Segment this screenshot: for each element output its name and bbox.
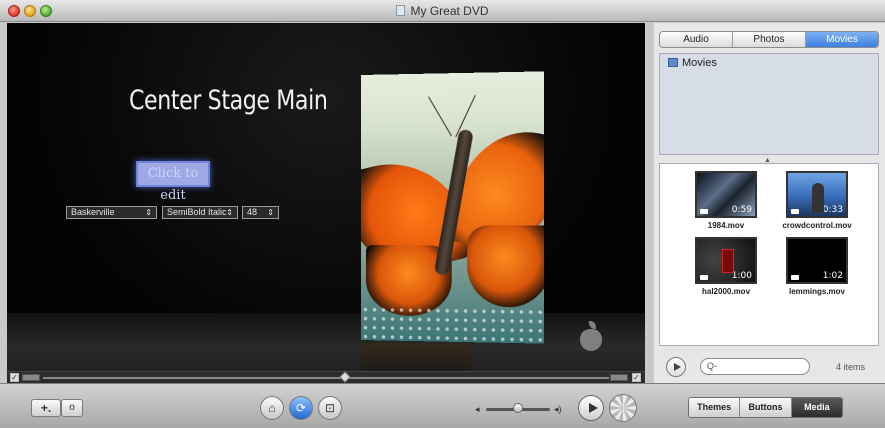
menu-stage[interactable]: Center Stage Main Click to edit Baskervi…: [7, 23, 645, 383]
source-list: Movies: [659, 53, 879, 155]
movie-thumbnail[interactable]: 1:02: [786, 237, 848, 284]
movie-duration: 1:00: [731, 271, 752, 281]
media-search-input[interactable]: Q-: [700, 358, 810, 375]
intro-segment: [22, 374, 40, 381]
add-button[interactable]: +.: [31, 399, 61, 417]
movie-duration: 0:59: [731, 205, 752, 215]
font-size-value: 48: [247, 207, 258, 217]
movie-thumbnail[interactable]: 0:59: [695, 171, 757, 218]
drop-zone-edit-icon[interactable]: ⊡: [318, 396, 342, 420]
photo-detail: [361, 305, 544, 344]
font-family-select[interactable]: Baskerville ⇕: [66, 206, 157, 219]
movie-thumbnail[interactable]: 0:33: [786, 171, 848, 218]
movie-name: crowdcontrol.mov: [782, 221, 852, 230]
apple-logo-icon: [578, 321, 604, 351]
movie-duration: 0:33: [822, 205, 843, 215]
source-item-label: Movies: [682, 57, 717, 69]
window-title: My Great DVD: [0, 4, 885, 18]
item-count: 4 items: [836, 362, 866, 372]
bottom-toolbar: +. o ⌂ ⟳ ⊡ ◂ ◂) Themes Buttons Media: [0, 383, 885, 428]
volume-slider-thumb[interactable]: [513, 403, 523, 413]
chevron-updown-icon: ⇕: [145, 208, 152, 217]
movie-duration: 1:02: [822, 271, 843, 281]
info-button[interactable]: o: [61, 399, 83, 417]
window-title-text: My Great DVD: [410, 4, 489, 18]
font-style-select[interactable]: SemiBold Italic ⇕: [162, 206, 238, 219]
camera-icon: [791, 209, 799, 214]
menu-title[interactable]: Center Stage Main: [129, 85, 328, 116]
camera-icon: [700, 275, 708, 280]
movie-name: 1984.mov: [707, 221, 745, 230]
scrubber-track[interactable]: [43, 377, 609, 379]
movie-name: hal2000.mov: [701, 287, 751, 296]
butterfly-photo-dropzone[interactable]: [361, 71, 544, 344]
tab-photos[interactable]: Photos: [733, 32, 806, 47]
camera-icon: [791, 275, 799, 280]
chevron-updown-icon: ⇕: [226, 208, 233, 217]
themes-button[interactable]: Themes: [689, 398, 741, 417]
movie-name: lemmings.mov: [788, 287, 845, 296]
preview-play-icon[interactable]: [666, 357, 686, 377]
scrubber-playhead[interactable]: [339, 371, 351, 383]
font-size-select[interactable]: 48 ⇕: [242, 206, 279, 219]
motion-toggle-icon[interactable]: ⟳: [289, 396, 313, 420]
burn-disc-button[interactable]: [609, 394, 637, 422]
loop-segment: [610, 374, 628, 381]
buttons-button[interactable]: Buttons: [740, 398, 792, 417]
title-bar: My Great DVD: [0, 0, 885, 22]
tab-movies[interactable]: Movies: [806, 32, 878, 47]
photo-detail: [467, 225, 544, 308]
loop-checkbox[interactable]: ✓: [632, 373, 641, 382]
camera-icon: [700, 209, 708, 214]
media-button[interactable]: Media: [791, 398, 842, 417]
source-item-movies[interactable]: Movies: [668, 57, 717, 69]
chevron-updown-icon: ⇕: [267, 208, 274, 217]
movie-grid: 0:59 1984.mov 0:33 crowdcontrol.mov 1:00…: [659, 163, 879, 346]
preview-play-button[interactable]: [578, 395, 604, 421]
motion-scrubber[interactable]: ✓ ✓: [7, 371, 645, 383]
font-family-value: Baskerville: [71, 207, 115, 217]
tab-audio[interactable]: Audio: [660, 32, 733, 47]
volume-low-icon: ◂: [475, 404, 480, 414]
intro-checkbox[interactable]: ✓: [10, 373, 19, 382]
movie-thumbnail[interactable]: 1:00: [695, 237, 757, 284]
photo-detail: [428, 96, 452, 137]
pane-mode-selector: Themes Buttons Media: [688, 397, 843, 418]
media-panel: Audio Photos Movies Movies ▲ 0:59 1984.m…: [654, 23, 885, 383]
font-style-value: SemiBold Italic: [167, 207, 227, 217]
click-to-edit-button[interactable]: Click to edit: [136, 161, 210, 203]
document-icon: [396, 5, 406, 16]
volume-high-icon: ◂): [554, 404, 562, 414]
idvd-window: My Great DVD Center Stage Main Click to …: [0, 0, 885, 428]
movies-folder-icon: [668, 58, 678, 67]
media-type-tabs: Audio Photos Movies: [659, 31, 879, 48]
map-view-icon[interactable]: ⌂: [260, 396, 284, 420]
